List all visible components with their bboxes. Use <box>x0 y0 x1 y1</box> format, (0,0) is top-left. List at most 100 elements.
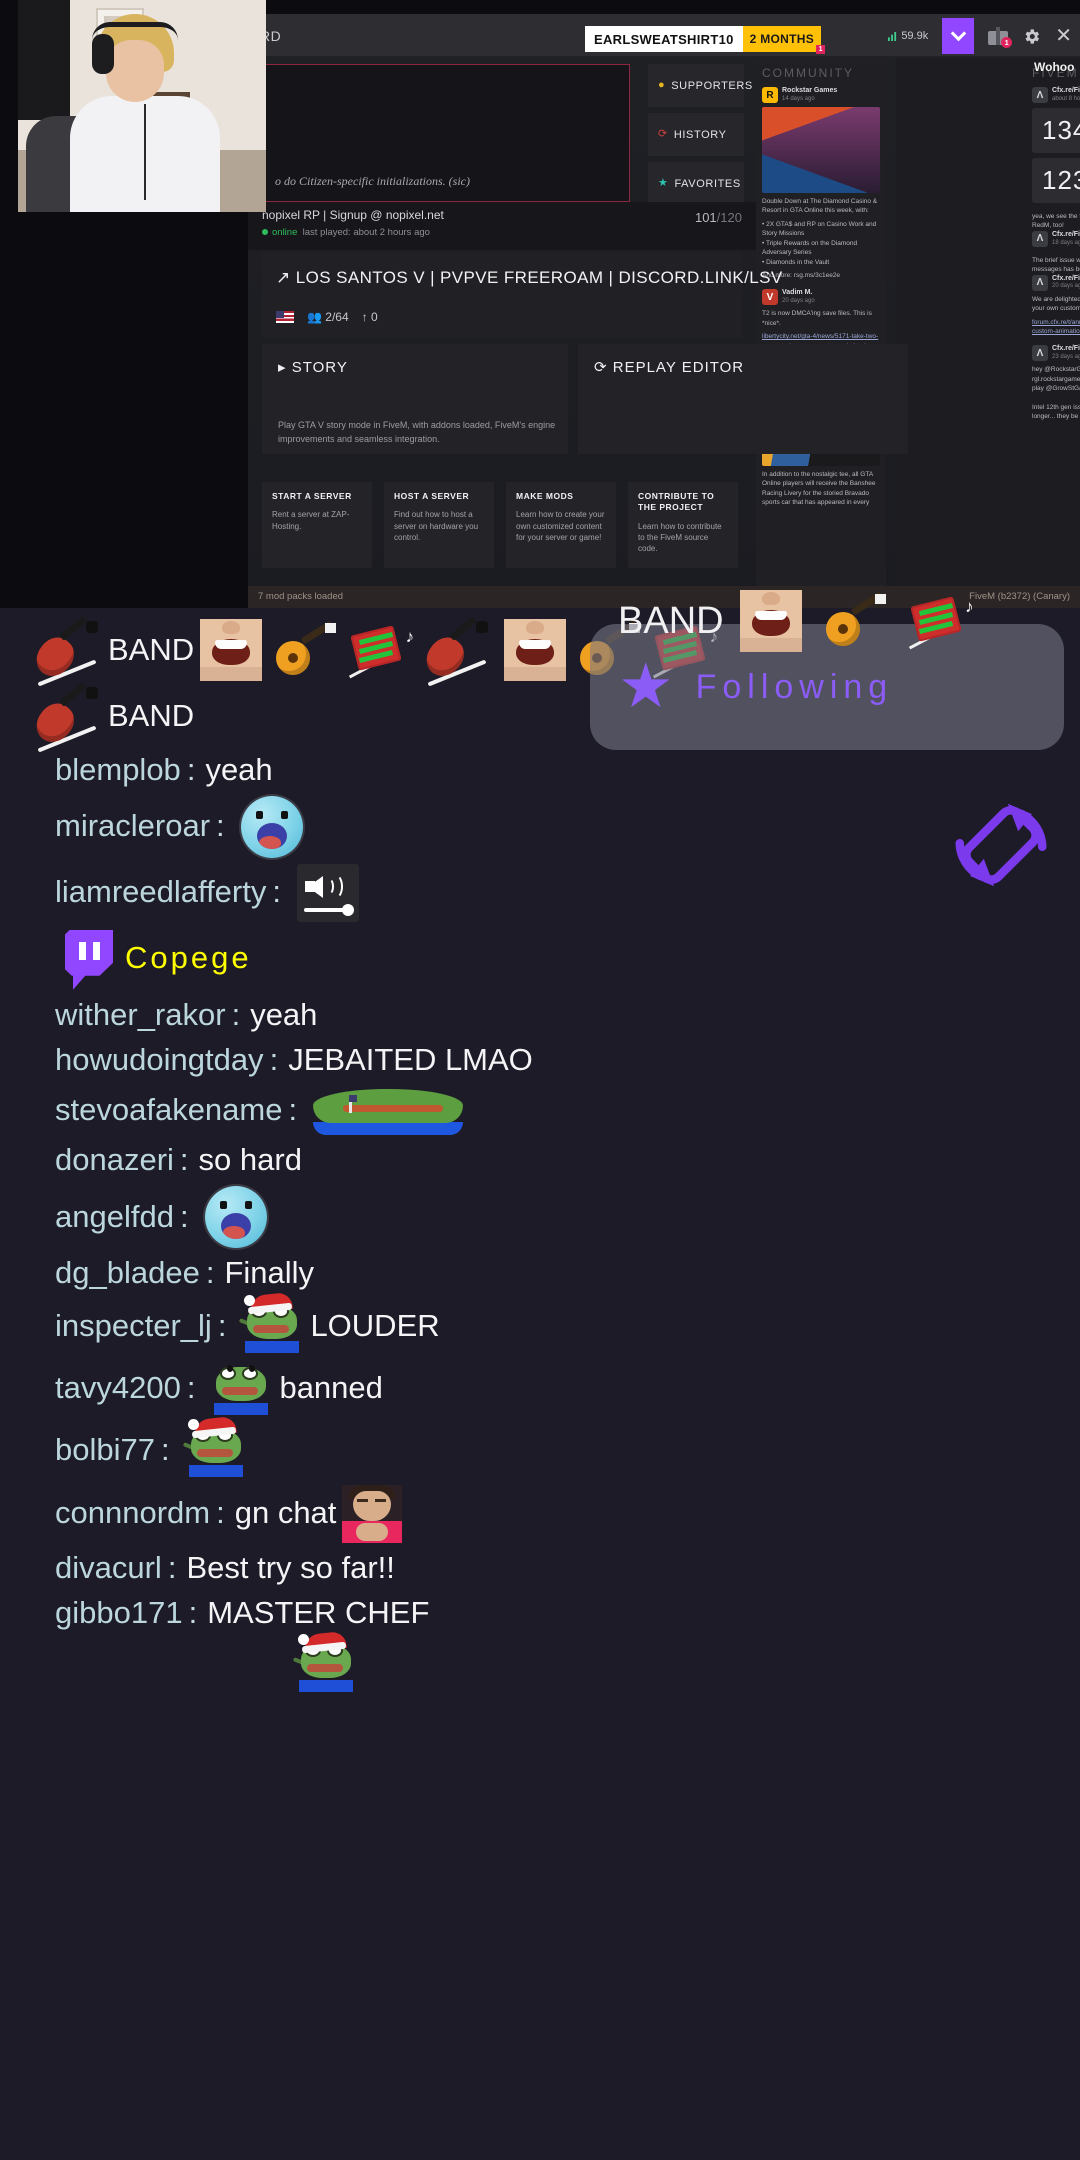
fivem-official-column[interactable]: FIVEM OFFICIAL Λ Cfx.re/FiveM @_FiveM ab… <box>1026 58 1080 608</box>
chat-username[interactable]: bolbi77 <box>55 1431 155 1470</box>
recent-server-strip[interactable]: nopixel RP | Signup @ nopixel.net 101/12… <box>248 202 756 250</box>
community-column-secondary[interactable] <box>896 58 1026 608</box>
chat-username[interactable]: liamreedlafferty <box>55 873 266 912</box>
chat-message: miracleroar : <box>0 793 1080 861</box>
tweet-item[interactable]: The brief issue with everyone receiving … <box>1032 256 1080 337</box>
gear-icon[interactable] <box>1022 27 1041 46</box>
tweet-body: Intel 12th gen issues are going to take … <box>1032 403 1080 421</box>
gift-ribbon-icon <box>996 27 1001 45</box>
twitch-emote-icon <box>61 928 119 990</box>
console-line: o do Citizen-specific initializations. (… <box>275 174 470 188</box>
replay-icon: ⟳ <box>594 359 608 376</box>
favorites-button[interactable]: ★ FAVORITES <box>648 162 744 205</box>
chat-username[interactable]: blemplob <box>55 751 181 790</box>
chat-text: banned <box>279 1370 383 1406</box>
chat-username[interactable]: wither_rakor <box>55 996 226 1035</box>
make-mods-card[interactable]: MAKE MODS Learn how to create your own c… <box>506 482 616 568</box>
tweet-item[interactable]: yea, we see the few of you out there enj… <box>1032 212 1080 247</box>
chat-username[interactable]: dg_bladee <box>55 1254 200 1293</box>
chat-username[interactable]: miracleroar <box>55 807 210 846</box>
chat-message <box>0 1631 1080 1697</box>
chat-text: Copege <box>125 940 252 976</box>
tweet-body: We are delighted to announce AnimKit! Cr… <box>1032 295 1080 313</box>
subscriber-username: EARLSWEATSHIRT10 <box>585 26 743 52</box>
laugh-emote-icon <box>200 619 263 681</box>
chat-username[interactable]: donazeri <box>55 1141 174 1180</box>
screen-rotate-icon[interactable] <box>946 790 1056 900</box>
chat-text: Finally <box>224 1255 315 1290</box>
tweet-time: 18 days ago <box>1052 239 1080 246</box>
community-column[interactable]: COMMUNITY R Rockstar Games 14 days ago D… <box>756 58 886 608</box>
chat-colon: : <box>167 1549 177 1585</box>
chat-text: Best try so far!! <box>186 1549 395 1585</box>
tweet-time: 20 days ago <box>782 298 815 305</box>
twitch-collapse-button[interactable] <box>942 18 975 54</box>
tweet-item[interactable]: Intel 12th gen issues are going to take … <box>1032 403 1080 422</box>
chat-username[interactable]: connnordm <box>55 1494 210 1533</box>
chat-colon: : <box>216 808 225 844</box>
start-a-server-card[interactable]: START A SERVER Rent a server at ZAP-Host… <box>262 482 372 568</box>
chat-text: so hard <box>198 1142 302 1178</box>
coin-icon: ● <box>658 79 666 91</box>
server-count: 134/300 <box>1032 108 1080 153</box>
tweet-header: V Vadim M. 20 days ago <box>762 289 880 306</box>
video-player[interactable]: RD o do Citizen-specific initializations… <box>0 0 1080 608</box>
tweet-item[interactable]: Λ Cfx.re/FiveM @_FiveM 23 days ago hey @… <box>1032 345 1080 393</box>
card-body: Find out how to host a server on hardwar… <box>394 510 479 542</box>
server-name: nopixel RP | Signup @ nopixel.net <box>262 208 444 222</box>
card-title: HOST A SERVER <box>394 491 470 501</box>
player-count: 👥 2/64 <box>307 310 349 324</box>
chat-text: yeah <box>250 996 318 1032</box>
chat-username[interactable]: gibbo171 <box>55 1594 183 1633</box>
webcam-doorway <box>18 0 70 120</box>
featured-server-meta: 👥 2/64 ↑ 0 <box>276 310 378 324</box>
chevron-down-icon <box>950 25 967 42</box>
host-a-server-card[interactable]: HOST A SERVER Find out how to host a ser… <box>384 482 494 568</box>
chat-username[interactable]: tavy4200 <box>55 1369 181 1408</box>
story-card[interactable]: ▸ STORY Play GTA V story mode in FiveM, … <box>262 344 568 454</box>
featured-server-card[interactable]: ↗ LOS SANTOS V | PVPVE FREEROAM | DISCOR… <box>262 252 782 338</box>
tweet-time: 14 days ago <box>782 95 815 102</box>
tweet-header: R Rockstar Games 14 days ago <box>762 87 880 103</box>
replay-editor-card[interactable]: ⟳ REPLAY EDITOR <box>578 344 908 454</box>
tweet-item[interactable]: Λ Cfx.re/FiveM @_FiveM about 8 hours ago… <box>1032 87 1080 203</box>
tweet-body: yea, we see the few of you out there enj… <box>1032 213 1080 230</box>
tweet-header: Λ Cfx.re/FiveM @_FiveM 23 days ago <box>1032 345 1080 362</box>
replay-card-title: ⟳ REPLAY EDITOR <box>594 359 745 376</box>
chat-username[interactable]: stevoafakename <box>55 1091 282 1130</box>
chat-message: bolbi77 : <box>0 1415 1080 1482</box>
chat-username[interactable]: angelfdd <box>55 1198 174 1237</box>
chat-colon: : <box>186 752 196 787</box>
chat-message: liamreedlafferty : <box>0 861 1080 925</box>
chat-text: yeah <box>205 752 273 787</box>
history-icon: ⟳ <box>658 128 668 140</box>
contribute-card[interactable]: CONTRIBUTE TO THE PROJECT Learn how to c… <box>628 482 738 568</box>
tweet-item[interactable]: V Vadim M. 20 days ago T2 is now DMCA'in… <box>762 289 880 351</box>
star-icon: ★ <box>618 652 674 721</box>
tweet-author: Vadim M. <box>782 289 813 297</box>
tweet-link[interactable]: forum.cfx.re/t/announcing-animkit-create… <box>1032 318 1080 337</box>
chat-message: blemplob : yeah <box>0 748 1080 793</box>
tweet-item[interactable]: R Rockstar Games 14 days ago Double Down… <box>762 87 880 280</box>
tweet-body: In addition to the nostalgic tee, all GT… <box>762 471 876 507</box>
chat-username[interactable]: inspecter_lj <box>55 1307 212 1346</box>
supporters-button[interactable]: ● SUPPORTERS <box>648 64 752 107</box>
chat-message: angelfdd : <box>0 1183 1080 1251</box>
tweet-body: hey @RockstarGames @RockstarSupport why'… <box>1032 366 1080 393</box>
chat-panel[interactable]: BAND ♪ ♪ BAND blemplob : yeah miracleroa… <box>0 608 1080 2160</box>
history-button[interactable]: ⟳ HISTORY <box>648 113 744 156</box>
pepe-emote-icon <box>211 1361 273 1417</box>
gift-sub-button[interactable]: 1 <box>988 27 1013 48</box>
vadim-avatar-icon: V <box>762 289 778 306</box>
tweet-body: The brief issue with everyone receiving … <box>1032 256 1080 274</box>
chat-username[interactable]: howudoingtday <box>55 1041 264 1080</box>
following-label: Following <box>695 667 894 706</box>
laugh-emote-icon <box>739 590 802 652</box>
tweet-image <box>762 107 880 193</box>
tweet-time: 20 days ago <box>1052 283 1080 290</box>
cfx-avatar-icon: Λ <box>1032 87 1048 103</box>
close-icon[interactable]: ✕ <box>1055 26 1072 46</box>
xylophone-emote-icon: ♪ <box>348 622 414 679</box>
chat-username[interactable]: divacurl <box>55 1549 162 1588</box>
fivem-version-label: FiveM (b2372) (Canary) <box>969 591 1070 602</box>
